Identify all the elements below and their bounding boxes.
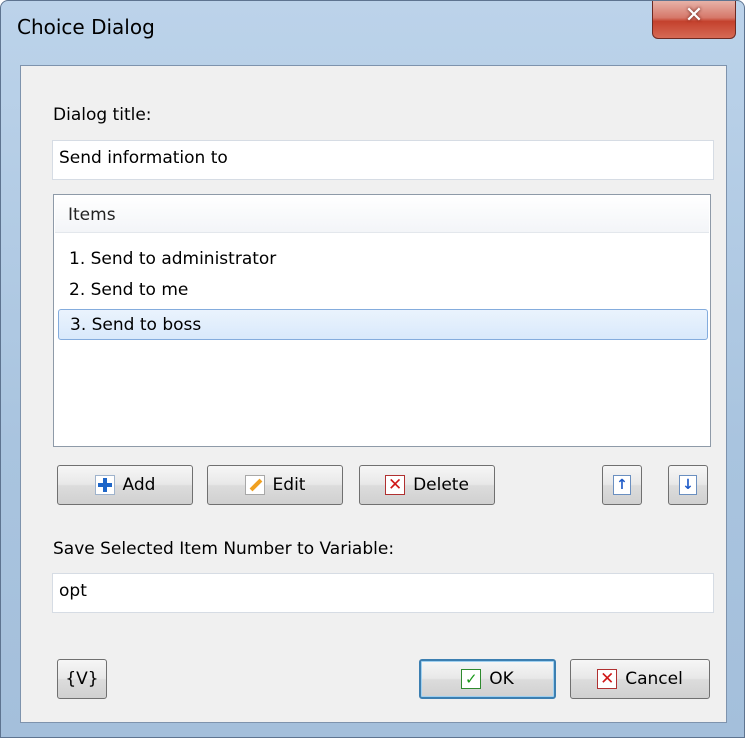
arrow-up-icon: ↑ (613, 475, 631, 495)
ok-button[interactable]: ✓ OK (419, 659, 556, 699)
dialog-title-input[interactable]: Send information to (52, 140, 714, 180)
edit-button[interactable]: Edit (207, 465, 343, 505)
choice-dialog-window: Choice Dialog ✕ Dialog title: Send infor… (0, 0, 745, 738)
move-up-button[interactable]: ↑ (602, 465, 642, 505)
add-button[interactable]: Add (57, 465, 193, 505)
pencil-icon (244, 475, 265, 495)
variable-label: Save Selected Item Number to Variable: (53, 539, 395, 559)
variable-input[interactable]: opt (52, 573, 714, 613)
ok-button-label: OK (489, 669, 514, 689)
list-item[interactable]: 1. Send to administrator (58, 244, 708, 275)
list-item[interactable]: 2. Send to me (58, 275, 708, 306)
title-bar[interactable]: Choice Dialog ✕ (1, 1, 744, 65)
delete-button-label: Delete (413, 475, 469, 495)
arrow-down-icon: ↓ (679, 475, 697, 495)
close-button[interactable]: ✕ (652, 1, 736, 39)
delete-x-icon: ✕ (385, 475, 406, 495)
items-list-header[interactable]: Items (55, 196, 709, 233)
edit-button-label: Edit (272, 475, 306, 495)
cancel-button-label: Cancel (625, 669, 683, 689)
plus-icon (94, 475, 115, 495)
add-button-label: Add (122, 475, 156, 495)
cancel-button[interactable]: ✕ Cancel (570, 659, 710, 699)
move-down-button[interactable]: ↓ (668, 465, 708, 505)
check-icon: ✓ (461, 669, 482, 689)
insert-variable-label: {V} (65, 669, 99, 689)
cancel-x-icon: ✕ (597, 669, 618, 689)
items-column-header: Items (68, 205, 116, 225)
window-title: Choice Dialog (17, 15, 155, 39)
insert-variable-button[interactable]: {V} (57, 659, 107, 699)
delete-button[interactable]: ✕ Delete (359, 465, 495, 505)
dialog-title-label: Dialog title: (53, 105, 152, 125)
list-item-selected[interactable]: 3. Send to boss (58, 309, 708, 340)
items-list[interactable]: Items 1. Send to administrator 2. Send t… (53, 194, 711, 447)
close-icon: ✕ (684, 3, 704, 28)
